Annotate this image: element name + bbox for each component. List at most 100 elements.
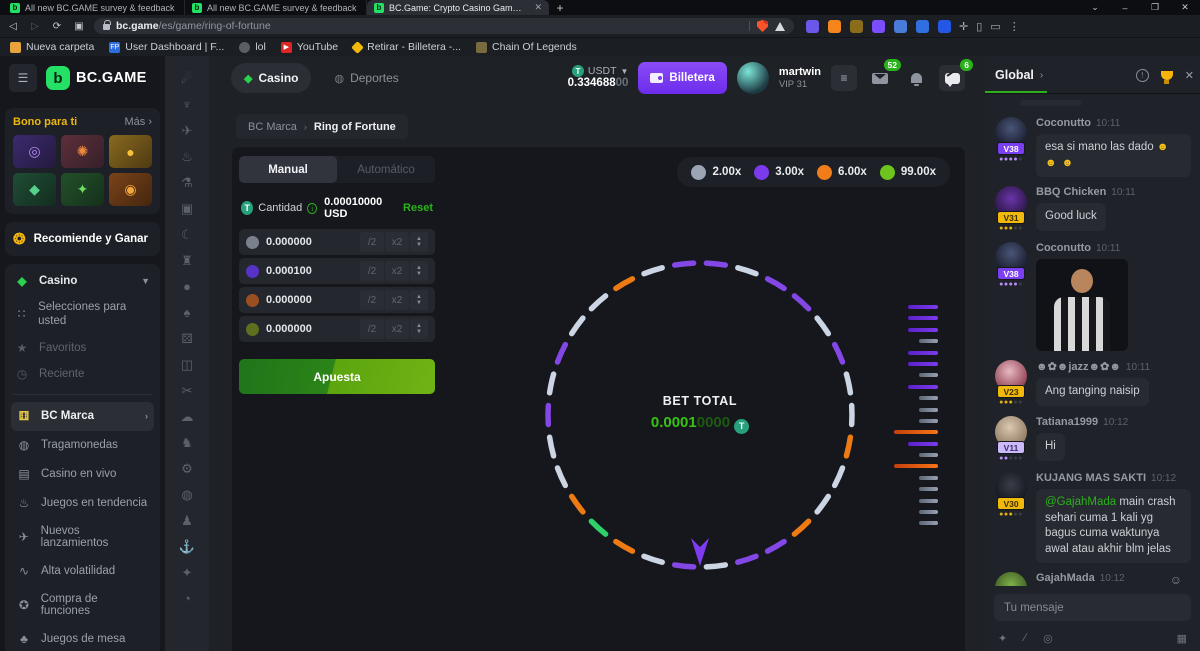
bonus-tile-cash[interactable]: ✦ bbox=[61, 173, 104, 206]
browser-tab-2[interactable]: b All new BC.GAME survey & feedback bbox=[185, 0, 367, 15]
bookmark-lol[interactable]: lol bbox=[239, 41, 266, 53]
extension-icon[interactable] bbox=[828, 20, 841, 33]
tab-manual[interactable]: Manual bbox=[239, 156, 337, 183]
user-avatar[interactable] bbox=[737, 62, 769, 94]
gif-icon[interactable]: ▦ bbox=[1177, 632, 1187, 645]
maximize-icon[interactable]: ❐ bbox=[1140, 2, 1170, 13]
extension-icon[interactable] bbox=[806, 20, 819, 33]
sidebar-item-favoritos[interactable]: ★ Favoritos bbox=[11, 335, 154, 361]
bonus-more-link[interactable]: Más › bbox=[124, 116, 152, 128]
game-shortcut-icon[interactable]: ✂ bbox=[182, 382, 193, 399]
bonus-tile-coin[interactable]: ◉ bbox=[109, 173, 152, 206]
game-shortcut-icon[interactable]: ✦ bbox=[182, 564, 193, 581]
sidebar-item-selecciones[interactable]: ∷ Selecciones para usted bbox=[11, 294, 154, 335]
chevron-right-icon[interactable]: › bbox=[1040, 70, 1043, 81]
brave-shield-icon[interactable]: 10 bbox=[757, 20, 768, 32]
stepper[interactable]: ▲▼ bbox=[410, 319, 428, 339]
game-shortcut-icon[interactable]: ♜ bbox=[181, 252, 193, 269]
notifications-button[interactable] bbox=[903, 65, 929, 91]
refer-and-earn[interactable]: ❂ Recomiende y Ganar bbox=[5, 222, 160, 256]
stepper[interactable]: ▲▼ bbox=[410, 232, 428, 252]
reading-list-icon[interactable]: ▣ bbox=[72, 21, 86, 32]
chat-rules-icon[interactable]: ! bbox=[1136, 69, 1149, 82]
double-button[interactable]: x2 bbox=[385, 319, 409, 339]
game-shortcut-icon[interactable]: ◫ bbox=[181, 356, 193, 373]
bookmark-user-dashboard[interactable]: FPUser Dashboard | F... bbox=[109, 41, 224, 53]
tab-close-icon[interactable]: ✕ bbox=[530, 2, 542, 13]
brave-rewards-icon[interactable] bbox=[775, 22, 785, 31]
bet-input[interactable]: 0.000000 bbox=[266, 294, 312, 306]
bookmark-nueva-carpeta[interactable]: Nueva carpeta bbox=[10, 41, 94, 53]
game-shortcut-icon[interactable]: ● bbox=[183, 278, 191, 295]
bonus-tile-rocket[interactable]: ◆ bbox=[13, 173, 56, 206]
kebab-menu-icon[interactable]: ⋮ bbox=[1009, 20, 1020, 33]
tab-deportes[interactable]: ◍ Deportes bbox=[321, 63, 411, 93]
game-shortcut-icon[interactable]: ▣ bbox=[181, 200, 193, 217]
stepper[interactable]: ▲▼ bbox=[410, 261, 428, 281]
half-button[interactable]: /2 bbox=[360, 319, 384, 339]
bet-input[interactable]: 0.000000 bbox=[266, 323, 312, 335]
browser-tab-3-active[interactable]: b BC.Game: Crypto Casino Games & ✕ bbox=[367, 0, 549, 15]
game-shortcut-icon[interactable]: ◍ bbox=[181, 486, 192, 503]
sidebar-item-juegos-de-mesa[interactable]: ♣Juegos de mesa bbox=[11, 625, 154, 651]
extension-icon[interactable] bbox=[850, 20, 863, 33]
sidebar-collapse-button[interactable]: ☰ bbox=[9, 64, 37, 92]
avatar[interactable] bbox=[995, 572, 1027, 586]
bonus-tile-piggy[interactable]: ● bbox=[109, 135, 152, 168]
profile-menu-button[interactable]: ≡ bbox=[831, 65, 857, 91]
inbox-button[interactable]: 52 bbox=[867, 65, 893, 91]
game-shortcut-icon[interactable]: ⚗ bbox=[181, 174, 193, 191]
tab-casino[interactable]: ◆ Casino bbox=[231, 63, 311, 93]
sidebar-item-casino-en-vivo[interactable]: ▤Casino en vivo bbox=[11, 460, 154, 489]
sidebar-item-casino[interactable]: ◆ Casino ▼ bbox=[11, 268, 154, 294]
extension-icon[interactable] bbox=[872, 20, 885, 33]
rain-icon[interactable]: ✦ bbox=[998, 632, 1007, 645]
bet-button[interactable]: Apuesta bbox=[239, 359, 435, 394]
game-shortcut-icon[interactable]: ◔ bbox=[183, 590, 191, 607]
bookmark-youtube[interactable]: ▶YouTube bbox=[281, 41, 338, 53]
pen-icon[interactable]: ∕ bbox=[1024, 632, 1026, 644]
game-shortcut-icon[interactable]: ♠ bbox=[184, 304, 191, 321]
sidebar-item-juegos-en-tendencia[interactable]: ♨Juegos en tendencia bbox=[11, 489, 154, 518]
address-bar[interactable]: bc.game/es/game/ring-of-fortune 10 bbox=[94, 18, 794, 34]
wallet-button[interactable]: Billetera bbox=[638, 62, 726, 94]
double-button[interactable]: x2 bbox=[385, 232, 409, 252]
new-tab-button[interactable]: + bbox=[549, 0, 571, 15]
game-shortcut-icon[interactable]: ♞ bbox=[181, 434, 193, 451]
bookmark-retirar[interactable]: Retirar - Billetera -... bbox=[353, 41, 461, 53]
game-shortcut-icon[interactable]: ♆ bbox=[182, 96, 192, 113]
extension-icon[interactable] bbox=[938, 20, 951, 33]
game-shortcut-icon[interactable]: ⚄ bbox=[181, 330, 192, 347]
puzzle-icon[interactable]: ✛ bbox=[959, 20, 968, 33]
sidebar-item-compra-de-funciones[interactable]: ✪Compra de funciones bbox=[11, 586, 154, 625]
bonus-tile-spin[interactable]: ◎ bbox=[13, 135, 56, 168]
browser-menu-icon[interactable]: ⌄ bbox=[1080, 2, 1110, 13]
game-shortcut-icon[interactable]: ☁ bbox=[181, 408, 194, 425]
sidebar-item-alta-volatilidad[interactable]: ∿Alta volatilidad bbox=[11, 557, 154, 586]
game-shortcut-icon[interactable]: ⚓ bbox=[179, 538, 195, 555]
sidebar-item-reciente[interactable]: ◷ Reciente bbox=[11, 361, 154, 387]
minimize-icon[interactable]: – bbox=[1110, 3, 1140, 13]
half-button[interactable]: /2 bbox=[360, 261, 384, 281]
back-icon[interactable]: ◁ bbox=[6, 21, 20, 32]
game-shortcut-icon[interactable]: ⚙ bbox=[181, 460, 193, 477]
extension-icon[interactable] bbox=[916, 20, 929, 33]
game-shortcut-icon[interactable]: ♟ bbox=[181, 512, 193, 529]
close-icon[interactable]: ✕ bbox=[1170, 2, 1200, 13]
bonus-tile-wheel[interactable]: ✺ bbox=[61, 135, 104, 168]
double-button[interactable]: x2 bbox=[385, 261, 409, 281]
chat-close-icon[interactable]: ✕ bbox=[1185, 69, 1194, 82]
balance-selector[interactable]: TUSDT▼ 0.33468800 bbox=[568, 65, 629, 90]
game-shortcut-icon[interactable]: ☾ bbox=[181, 226, 193, 243]
sidebar-item-nuevos-lanzamientos[interactable]: ✈Nuevos lanzamientos bbox=[11, 518, 154, 557]
reload-icon[interactable]: ⟳ bbox=[50, 21, 64, 32]
half-button[interactable]: /2 bbox=[360, 290, 384, 310]
mention[interactable]: @GajahMada bbox=[1045, 496, 1116, 508]
game-shortcut-icon[interactable]: ✈ bbox=[182, 122, 193, 139]
trophy-icon[interactable] bbox=[1161, 71, 1173, 80]
half-button[interactable]: /2 bbox=[360, 232, 384, 252]
game-shortcut-icon[interactable]: ☄ bbox=[181, 70, 193, 87]
bet-input[interactable]: 0.000100 bbox=[266, 265, 312, 277]
chat-input[interactable] bbox=[994, 594, 1191, 621]
emoji-picker-icon[interactable]: ☺ bbox=[1170, 573, 1182, 587]
